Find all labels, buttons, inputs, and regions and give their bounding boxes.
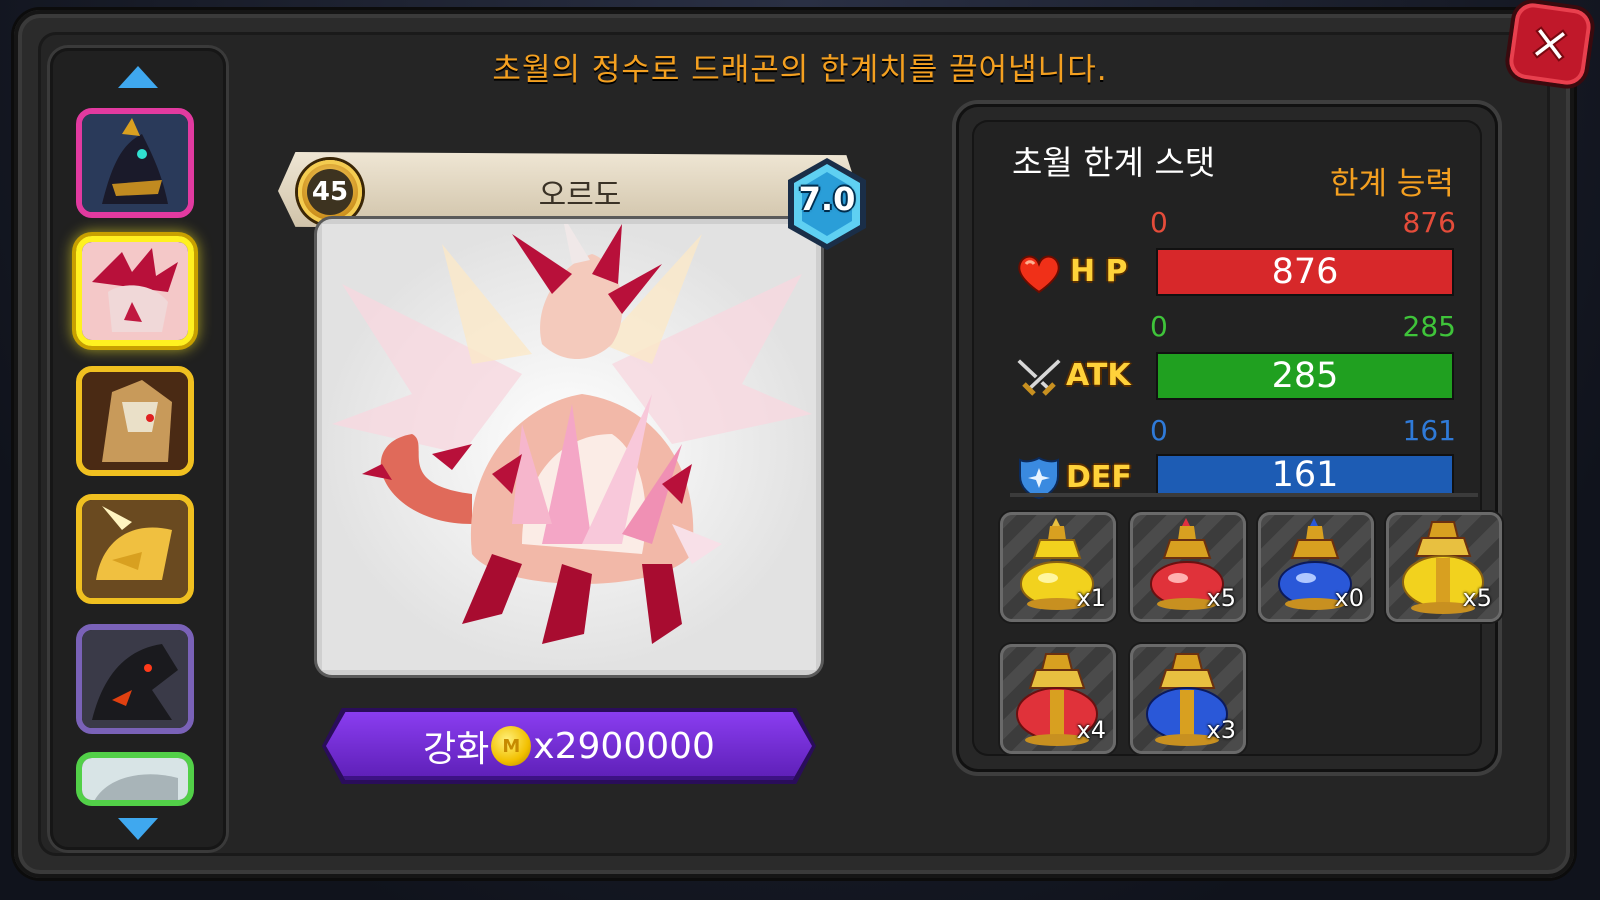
def-min: 0 (1150, 414, 1168, 447)
hp-value: 876 (1271, 252, 1339, 292)
item-red-potion[interactable]: x5 (1130, 512, 1246, 622)
crimson-dragon-portrait-icon (82, 242, 188, 340)
upgrade-button[interactable]: 강화 M x2900000 (326, 712, 812, 780)
item-count: x5 (1462, 584, 1492, 612)
header-message: 초월의 정수로 드래곤의 한계치를 끌어냅니다. (492, 52, 1108, 88)
item-count: x5 (1206, 584, 1236, 612)
dragon-portrait (322, 214, 816, 670)
atk-min: 0 (1150, 310, 1168, 343)
def-max: 161 (1402, 414, 1456, 447)
upgrade-cost: x2900000 (533, 725, 715, 767)
limit-ability-label: 한계 능력 (1330, 166, 1454, 202)
def-bar: 161 (1156, 454, 1454, 496)
hp-bar: 876 (1156, 248, 1454, 296)
shadow-dragon-portrait-icon (82, 630, 188, 728)
item-count: x1 (1076, 584, 1106, 612)
item-count: x4 (1076, 716, 1106, 744)
atk-max: 285 (1402, 310, 1456, 343)
upgrade-label: 강화 (423, 729, 490, 770)
dragon-list-item-crimson-selected[interactable] (76, 236, 194, 346)
dragon-list-item-silver[interactable] (76, 752, 194, 806)
dragon-list-item-golden-armored[interactable] (76, 366, 194, 476)
scroll-down-arrow-icon[interactable] (116, 816, 160, 842)
item-large-yellow-potion[interactable]: x5 (1386, 512, 1502, 622)
item-large-red-potion[interactable]: x4 (1000, 644, 1116, 754)
dragon-name: 오르도 (538, 178, 622, 213)
hp-label: H P (1070, 254, 1128, 289)
stat-panel-title: 초월 한계 스탯 (1012, 143, 1216, 182)
golden-horned-dragon-portrait-icon (82, 500, 188, 598)
item-blue-potion[interactable]: x0 (1258, 512, 1374, 622)
item-count: x0 (1334, 584, 1364, 612)
coin-icon: M (491, 726, 532, 766)
dragon-list-item-shadow[interactable] (76, 624, 194, 734)
dark-dragon-portrait-icon (82, 114, 188, 212)
hp-min: 0 (1150, 206, 1168, 239)
def-label: DEF (1066, 460, 1132, 495)
dragon-list-panel (50, 48, 226, 850)
dragon-list-item-dark-armored[interactable] (76, 108, 194, 218)
crimson-crystal-dragon-illustration (322, 214, 816, 670)
close-button[interactable] (1507, 1, 1593, 87)
dragon-level: 45 (307, 169, 353, 215)
silver-dragon-portrait-icon (82, 758, 188, 800)
golden-armored-dragon-portrait-icon (82, 372, 188, 470)
stat-divider (1010, 493, 1478, 497)
scroll-up-arrow-icon[interactable] (116, 64, 160, 90)
item-large-blue-potion[interactable]: x3 (1130, 644, 1246, 754)
atk-value: 285 (1271, 356, 1339, 396)
hp-max: 876 (1402, 206, 1456, 239)
heart-icon (1018, 255, 1060, 294)
grade-hexagon-icon (788, 158, 866, 250)
dragon-list-item-golden-horned[interactable] (76, 494, 194, 604)
close-icon (1532, 26, 1568, 62)
level-badge: 45 (298, 160, 362, 224)
item-count: x3 (1206, 716, 1236, 744)
atk-label: ATK (1066, 358, 1131, 393)
atk-bar: 285 (1156, 352, 1454, 400)
item-yellow-potion[interactable]: x1 (1000, 512, 1116, 622)
crossed-swords-icon (1014, 356, 1064, 396)
def-value: 161 (1271, 455, 1339, 495)
